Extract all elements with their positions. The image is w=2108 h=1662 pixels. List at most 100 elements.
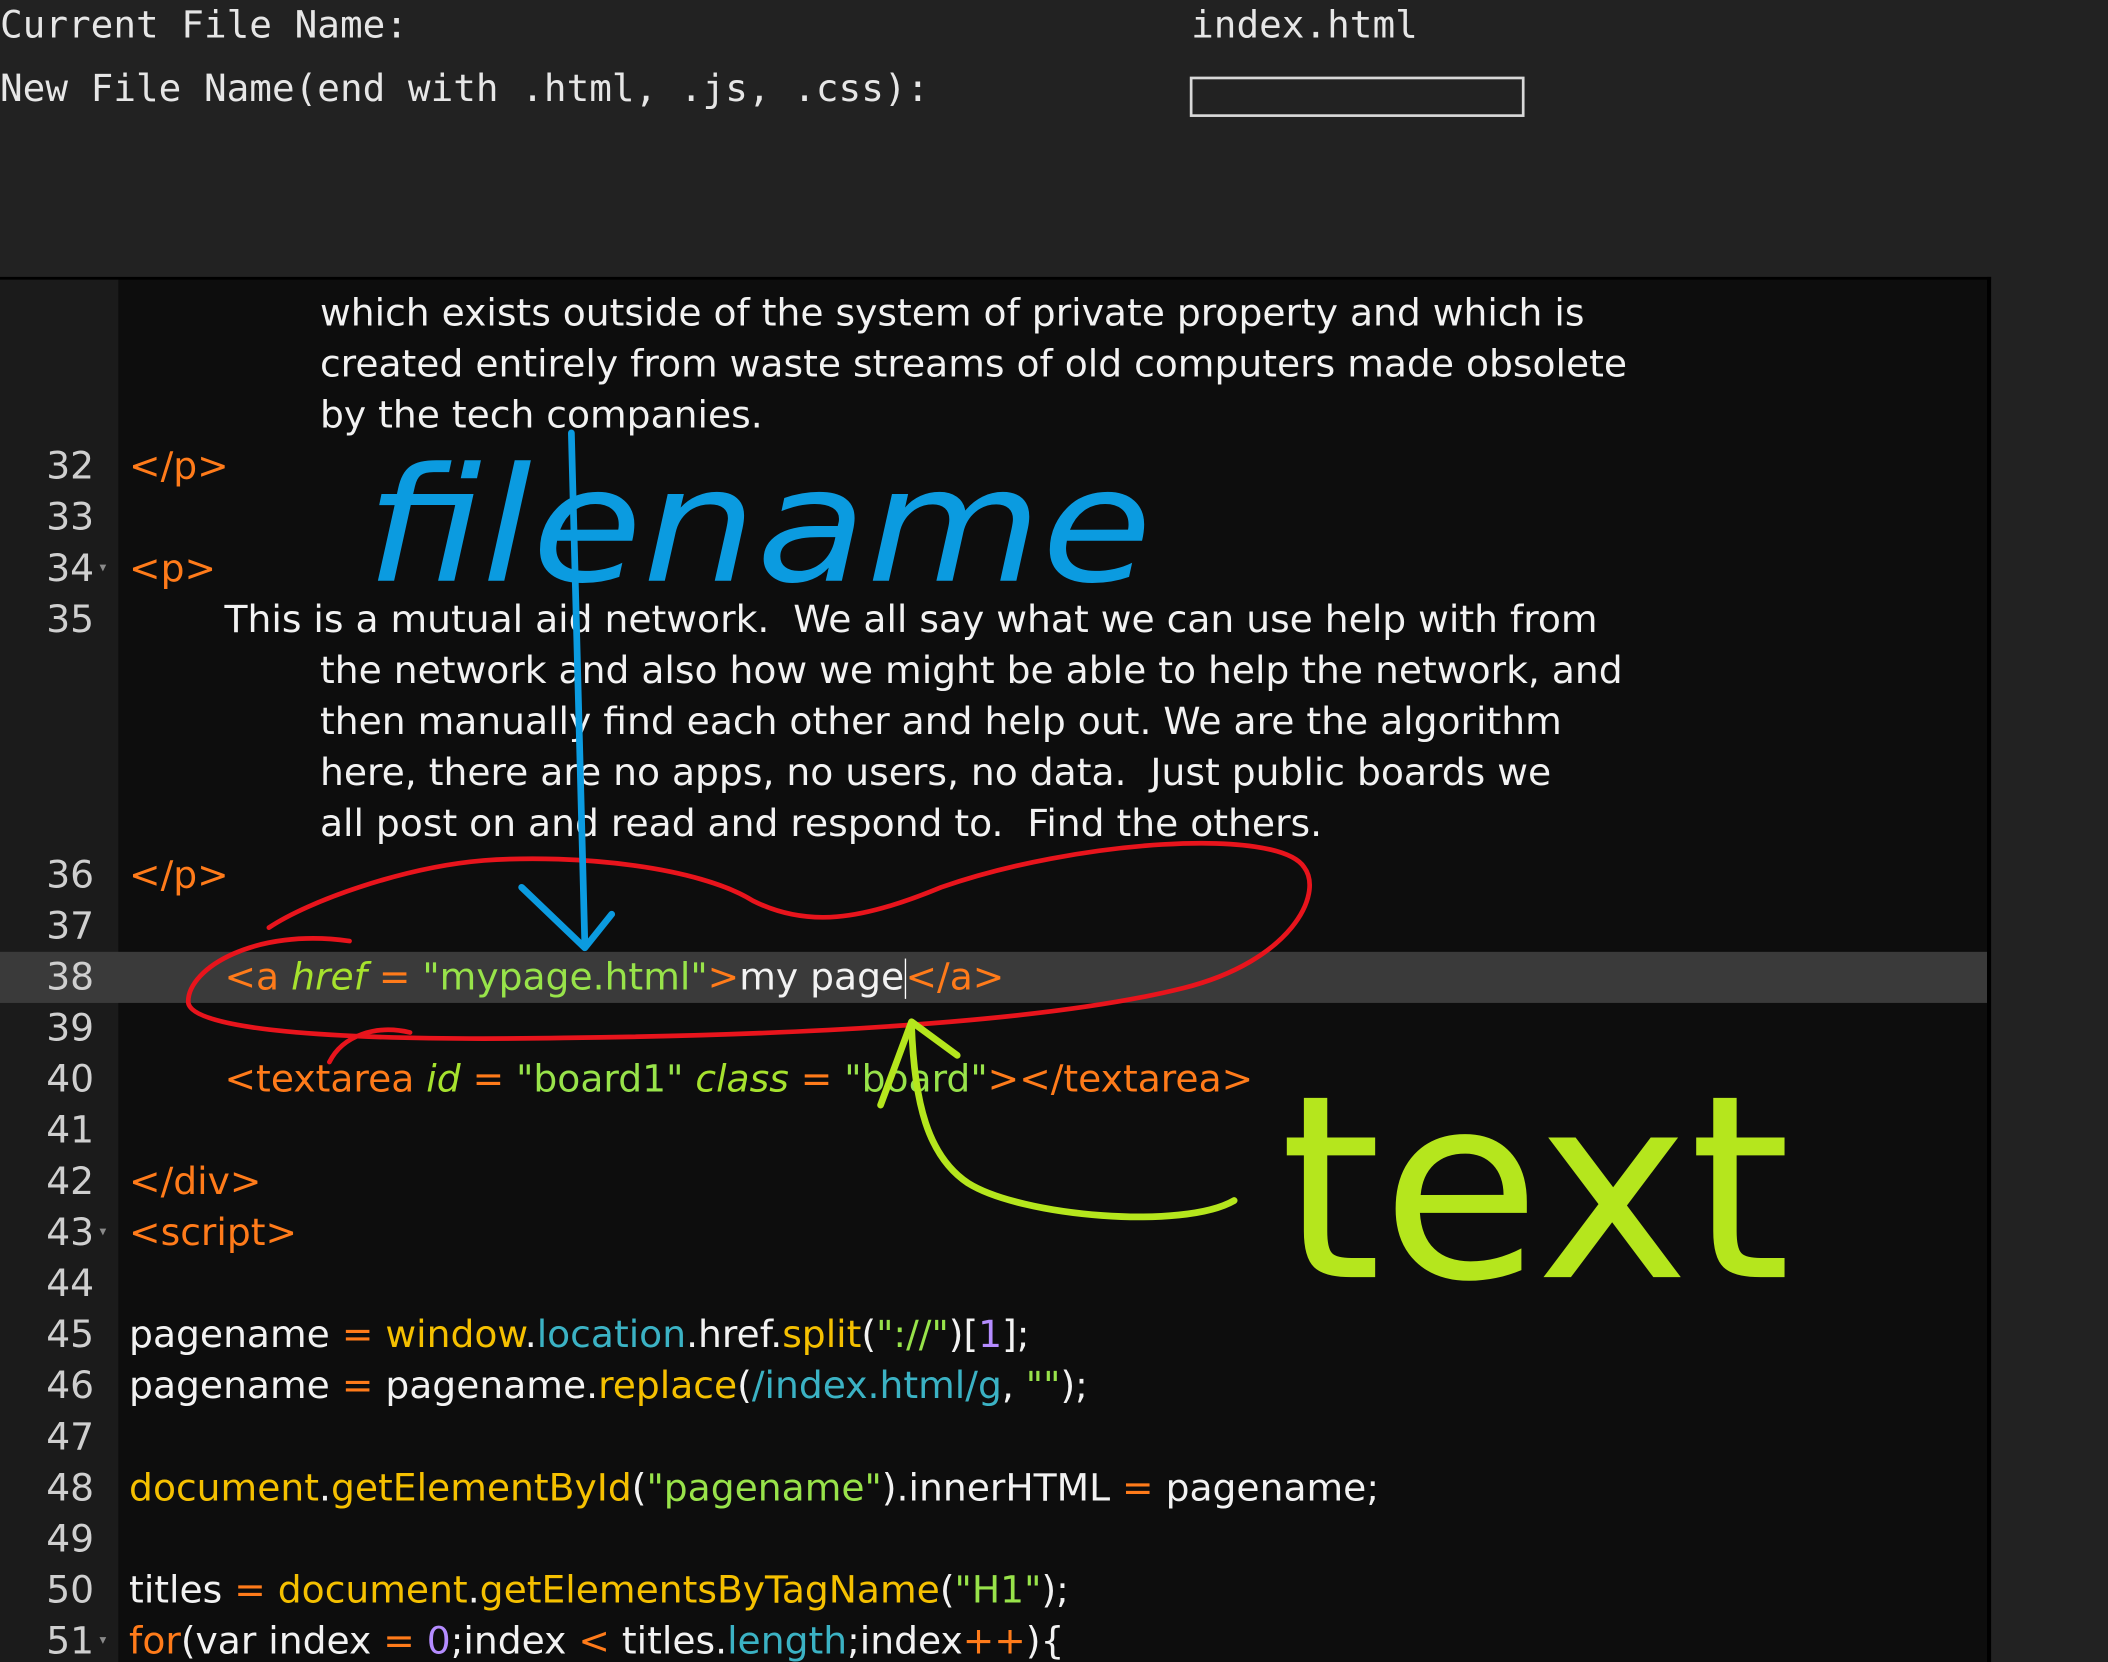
code-line: 38 <a href = "mypage.html">my page</a> bbox=[0, 951, 1988, 1003]
code-line: 50 titles = document.getElementsByTagName… bbox=[0, 1565, 1987, 1616]
code-token: ( bbox=[631, 1465, 647, 1510]
code-token: = bbox=[383, 1618, 415, 1662]
code-token: ){ bbox=[1025, 1618, 1065, 1662]
line-number: 38 bbox=[46, 954, 95, 999]
code-line: 42 </div> bbox=[0, 1156, 1987, 1207]
line-number: 51 bbox=[46, 1618, 95, 1662]
code-line: 44 bbox=[0, 1258, 1987, 1309]
new-file-label: New File Name(end with .html, .js, .css)… bbox=[0, 65, 930, 111]
code-text: then manually find each other and help o… bbox=[320, 696, 1562, 747]
line-number: 37 bbox=[46, 903, 95, 948]
code-line: then manually find each other and help o… bbox=[0, 696, 1987, 747]
code-token: replace bbox=[598, 1363, 738, 1408]
code-token: href bbox=[291, 954, 367, 999]
code-token: = bbox=[788, 1056, 845, 1102]
code-token: my page bbox=[739, 954, 905, 999]
code-token: = bbox=[341, 1363, 374, 1408]
code-token: < bbox=[578, 1618, 610, 1662]
code-line: 36 </p> bbox=[0, 850, 1987, 901]
code-text: the network and also how we might be abl… bbox=[320, 645, 1623, 696]
line-number: 46 bbox=[46, 1363, 95, 1408]
code-token: )[ bbox=[948, 1312, 979, 1357]
current-file-label: Current File Name: bbox=[0, 2, 408, 48]
fold-toggle-icon[interactable]: ▾ bbox=[99, 1634, 106, 1648]
code-token: = bbox=[366, 954, 423, 999]
code-token: </p> bbox=[129, 852, 229, 897]
code-token: window bbox=[385, 1312, 525, 1357]
code-text: pagename = window.location.href.split(":… bbox=[129, 1309, 1029, 1360]
code-editor[interactable]: which exists outside of the system of pr… bbox=[0, 276, 1992, 1662]
code-token: </p> bbox=[129, 443, 229, 489]
code-token: for bbox=[129, 1618, 181, 1662]
code-line: 40 <textarea id = "board1" class = "board… bbox=[0, 1054, 1987, 1105]
line-number: 48 bbox=[46, 1465, 95, 1510]
code-token: "mypage.html" bbox=[422, 954, 708, 999]
code-text: created entirely from waste streams of o… bbox=[319, 341, 1628, 386]
code-text: here, there are no apps, no users, no da… bbox=[320, 747, 1551, 798]
code-text: which exists outside of the system of pr… bbox=[319, 290, 1585, 335]
code-token: </a> bbox=[905, 954, 1005, 999]
line-number: 50 bbox=[46, 1567, 95, 1612]
code-token: "pagename" bbox=[646, 1465, 882, 1510]
code-token: = bbox=[1122, 1465, 1154, 1510]
wrapped-line: by the tech companies. bbox=[0, 390, 1987, 441]
code-token: getElementsByTagName bbox=[479, 1567, 940, 1612]
code-line: all post on and read and respond to. Fin… bbox=[0, 799, 1987, 850]
code-text: <script> bbox=[129, 1207, 297, 1258]
code-token: getElementById bbox=[330, 1465, 632, 1510]
code-token: "H1" bbox=[954, 1567, 1042, 1612]
code-text: all post on and read and respond to. Fin… bbox=[320, 799, 1322, 850]
new-file-name-input[interactable] bbox=[1189, 76, 1525, 117]
line-number: 41 bbox=[46, 1107, 95, 1153]
code-line: 41 bbox=[0, 1105, 1987, 1156]
code-token: length bbox=[727, 1618, 848, 1662]
code-text: <a href = "mypage.html">my page</a> bbox=[225, 952, 1005, 1003]
wrapped-line: which exists outside of the system of pr… bbox=[0, 288, 1987, 339]
code-token: = bbox=[234, 1567, 266, 1612]
code-token: This is a mutual aid network. We all say… bbox=[224, 596, 1598, 642]
line-number: 43 bbox=[46, 1209, 95, 1255]
code-token: pagename. bbox=[373, 1363, 599, 1408]
code-token: "board1" bbox=[516, 1056, 684, 1102]
code-token: <a bbox=[224, 954, 292, 999]
line-number: 33 bbox=[46, 494, 95, 540]
code-line: 33 bbox=[0, 492, 1987, 543]
code-text: <textarea id = "board1" class = "board">… bbox=[225, 1054, 1254, 1105]
code-token: , bbox=[1001, 1363, 1026, 1408]
code-token: all post on and read and respond to. Fin… bbox=[319, 801, 1323, 846]
code-line: 32 </p> bbox=[0, 441, 1987, 492]
code-token: location bbox=[536, 1312, 687, 1357]
code-line: 43 ▾ <script> bbox=[0, 1207, 1987, 1258]
code-line: 46 pagename = pagename.replace(/index.htm… bbox=[0, 1361, 1987, 1412]
screenshot-stage: Current File Name: index.html New File N… bbox=[0, 0, 2108, 1662]
code-token: pagename; bbox=[1153, 1465, 1380, 1510]
code-token: .href. bbox=[686, 1312, 783, 1357]
code-line: 47 bbox=[0, 1412, 1987, 1463]
code-text: titles = document.getElementsByTagName("… bbox=[129, 1565, 1069, 1616]
line-number: 42 bbox=[46, 1158, 95, 1204]
fold-toggle-icon[interactable]: ▾ bbox=[99, 561, 106, 575]
code-token: ;index bbox=[847, 1618, 963, 1662]
code-text: This is a mutual aid network. We all say… bbox=[225, 594, 1598, 645]
line-number: 32 bbox=[46, 443, 95, 489]
code-token: document bbox=[277, 1567, 468, 1612]
wrapped-line: created entirely from waste streams of o… bbox=[0, 339, 1987, 390]
code-token: titles. bbox=[609, 1618, 728, 1662]
fold-toggle-icon[interactable]: ▾ bbox=[99, 1225, 106, 1239]
code-token: 1 bbox=[978, 1312, 1003, 1357]
code-token: 0 bbox=[426, 1618, 451, 1662]
code-token: </div> bbox=[129, 1158, 262, 1204]
code-token: ++ bbox=[962, 1618, 1026, 1662]
code-token: then manually find each other and help o… bbox=[319, 699, 1562, 744]
line-number: 47 bbox=[46, 1414, 95, 1459]
code-token: ></textarea> bbox=[987, 1056, 1254, 1102]
code-line: 48 document.getElementById("pagename").in… bbox=[0, 1463, 1987, 1514]
line-number: 34 bbox=[46, 545, 95, 591]
code-token: (var index bbox=[180, 1618, 384, 1662]
code-token: /index.html/g bbox=[751, 1363, 1002, 1408]
code-token: = bbox=[341, 1312, 374, 1357]
current-file-value: index.html bbox=[1191, 2, 1418, 48]
